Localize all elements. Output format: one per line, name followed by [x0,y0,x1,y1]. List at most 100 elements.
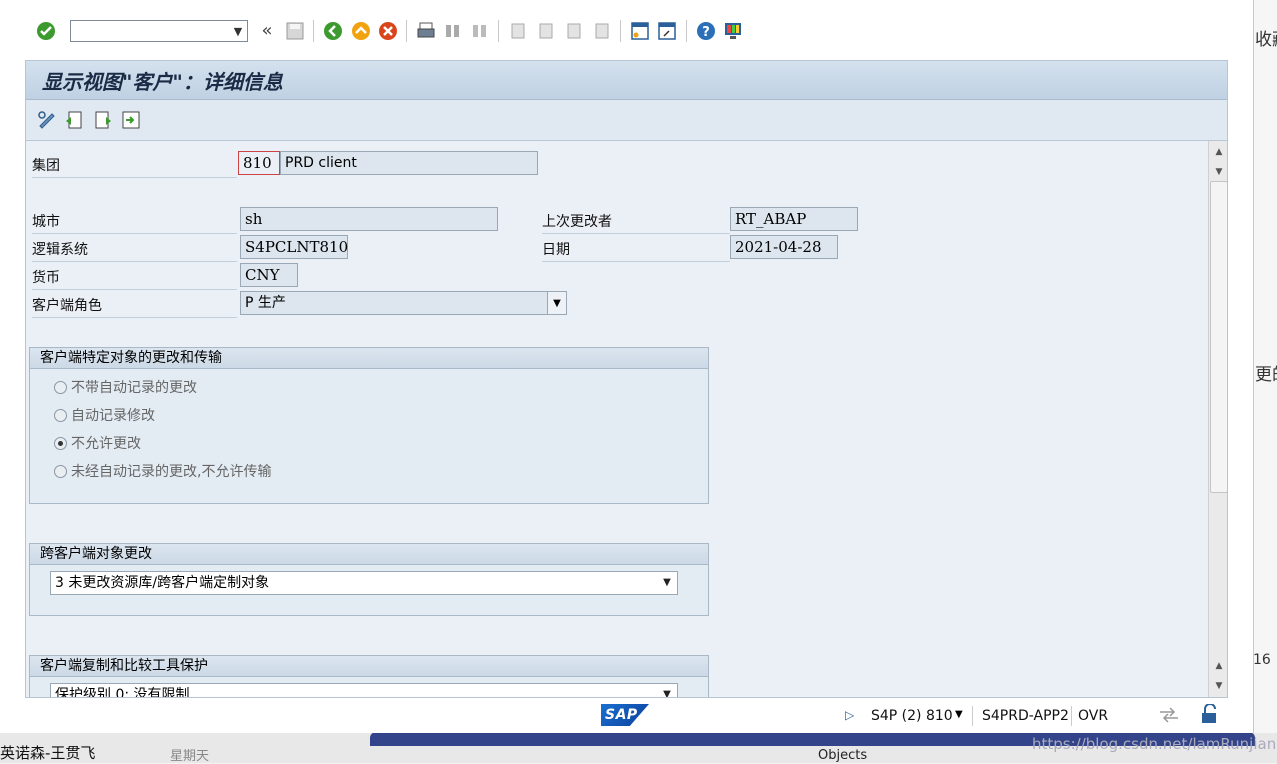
client-role-field[interactable]: P 生产 [240,291,548,315]
print-icon[interactable] [415,20,437,42]
next-page-icon[interactable] [563,20,585,42]
scroll-down-icon[interactable]: ▲ [1209,657,1227,675]
city-value: sh [245,210,263,228]
currency-field[interactable]: CNY [240,263,298,287]
label-underline [32,261,237,262]
system-info: S4P (2) 810 [871,708,953,724]
copy-compare-protection-group: 客户端复制和比较工具保护 保护级别 0: 没有限制 ▼ [29,655,709,697]
select-entry-icon[interactable] [120,109,142,131]
currency-label: 货币 [32,270,60,286]
detail-form: 集团 810 PRD client 城市 sh 上次更改者 RT_ABAP 逻辑… [26,141,1208,697]
find-next-icon[interactable] [469,20,491,42]
client-value: 810 [243,154,272,172]
title-bar: 显示视图"客户"：详细信息 [26,61,1227,100]
background-right-strip: 收藏 更的 16 [1253,0,1277,763]
new-session-icon[interactable] [629,20,651,42]
cross-client-changes-group: 跨客户端对象更改 3 未更改资源库/跨客户端定制对象 ▼ [29,543,709,616]
radio-label: 不允许更改 [71,436,141,452]
client-specific-changes-group: 客户端特定对象的更改和传输 不带自动记录的更改 自动记录修改 不允许更改 未经自… [29,347,709,504]
save-icon[interactable] [284,20,306,42]
command-field-dropdown-icon[interactable]: ▼ [228,20,248,42]
last-page-icon[interactable] [591,20,613,42]
toolbar-separator [498,20,499,42]
radio-button-icon[interactable] [54,464,67,478]
background-objects-label: Objects [818,748,868,763]
first-page-icon[interactable] [507,20,529,42]
back-icon[interactable] [322,20,344,42]
toolbar-separator [620,20,621,42]
background-weekday: 星期天 [170,749,210,764]
radio-button-icon[interactable] [54,380,67,394]
label-underline [32,317,237,318]
radio-label: 未经自动记录的更改,不允许传输 [71,464,272,480]
changed-by-field[interactable]: RT_ABAP [730,207,858,231]
scroll-up-icon[interactable]: ▼ [1209,163,1227,181]
label-underline [542,233,730,234]
display-change-icon[interactable] [36,109,58,131]
svg-text:?: ? [702,25,710,40]
previous-entry-icon[interactable] [63,109,85,131]
protection-level-combobox[interactable]: 保护级别 0: 没有限制 ▼ [50,683,678,697]
radio-option-no-changes-allowed[interactable]: 不允许更改 [54,432,141,454]
radio-button-icon[interactable] [54,408,67,422]
copy-compare-protection-title: 客户端复制和比较工具保护 [30,656,708,677]
system-info-dropdown-icon[interactable]: ▼ [955,709,963,720]
date-label: 日期 [542,242,570,258]
radio-option-auto-recording[interactable]: 自动记录修改 [54,404,155,426]
sap-window: ▼ « ? 显示视图"客户"：详细信息 集团 810 PRD client 城市… [0,0,1254,733]
cross-client-combobox[interactable]: 3 未更改资源库/跨客户端定制对象 ▼ [50,571,678,595]
client-description: PRD client [280,151,538,175]
cancel-icon[interactable] [377,20,399,42]
client-role-label: 客户端角色 [32,298,102,314]
next-entry-icon[interactable] [92,109,114,131]
label-underline [32,233,237,234]
menu-bar [0,0,1253,8]
vertical-scrollbar[interactable]: ▲ ▼ ▲ ▼ [1208,141,1227,697]
enter-icon[interactable] [35,20,57,42]
server-name: S4PRD-APP2 [982,708,1069,724]
protection-level-dropdown-icon[interactable]: ▼ [659,686,675,697]
help-icon[interactable]: ? [695,20,717,42]
scroll-down-icon[interactable]: ▼ [1209,677,1227,695]
scroll-up-icon[interactable]: ▲ [1209,143,1227,161]
previous-page-icon[interactable] [535,20,557,42]
logical-system-field[interactable]: S4PCLNT810 [240,235,348,259]
radio-button-selected-icon[interactable] [54,436,67,450]
client-role-dropdown-icon[interactable]: ▼ [547,291,567,315]
status-separator [1071,706,1072,726]
page-title: 显示视图"客户"：详细信息 [42,70,283,94]
radio-label: 不带自动记录的更改 [71,380,197,396]
scrollbar-thumb[interactable] [1210,181,1227,493]
exit-icon[interactable] [350,20,372,42]
background-user-name: 英诺森-王贯飞 [0,744,96,762]
cross-client-changes-title: 跨客户端对象更改 [30,544,708,565]
command-field[interactable] [70,20,248,42]
toolbar-separator [686,20,687,42]
status-expand-icon[interactable]: ▷ [845,708,854,722]
shortcut-icon[interactable] [656,20,678,42]
client-role-value: P 生产 [245,295,286,311]
toolbar-separator [313,20,314,42]
label-underline [542,261,730,262]
client-specific-changes-title: 客户端特定对象的更改和传输 [30,348,708,369]
collapse-icon[interactable]: « [256,19,278,41]
background-change-label: 更的 [1255,365,1277,385]
date-field[interactable]: 2021-04-28 [730,235,838,259]
label-underline [32,289,237,290]
watermark: https://blog.csdn.net/lamRunjiang [1032,735,1277,753]
layout-menu-icon[interactable] [722,20,744,42]
status-separator [972,706,973,726]
city-label: 城市 [32,214,60,230]
cross-client-dropdown-icon[interactable]: ▼ [659,574,675,592]
background-favorites-label: 收藏 [1255,30,1277,50]
changed-by-label: 上次更改者 [542,214,612,230]
client-field[interactable]: 810 [238,151,280,175]
application-panel: 显示视图"客户"：详细信息 集团 810 PRD client 城市 sh 上次… [25,60,1228,698]
city-field[interactable]: sh [240,207,498,231]
lock-icon[interactable] [1199,703,1221,724]
find-icon[interactable] [442,20,464,42]
radio-option-change-without-recording[interactable]: 不带自动记录的更改 [54,376,197,398]
date-value: 2021-04-28 [735,238,822,256]
connection-icon[interactable] [1158,706,1180,724]
radio-option-no-transport[interactable]: 未经自动记录的更改,不允许传输 [54,460,271,482]
